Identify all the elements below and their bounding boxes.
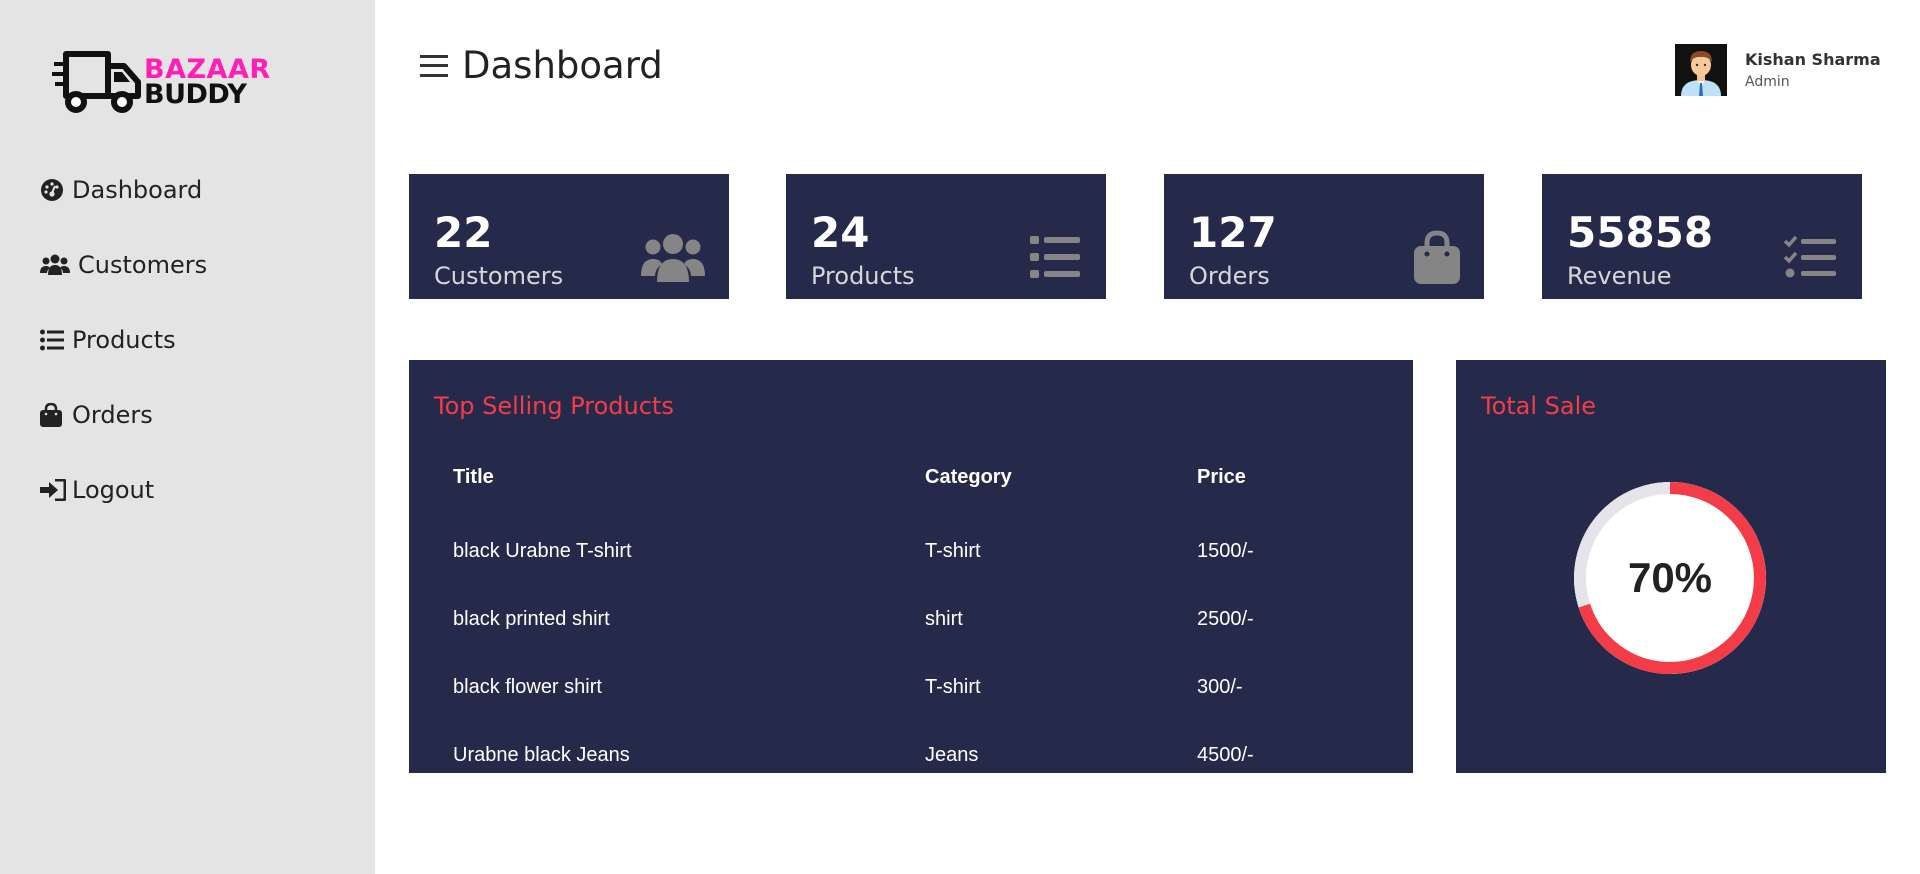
stat-value: 22 [434, 208, 493, 257]
sidebar: BAZAAR BUDDY Dashboard Customers Product… [0, 0, 375, 874]
product-price: 4500/- [1197, 744, 1254, 766]
stat-value: 55858 [1567, 208, 1714, 257]
table-header-row: Title Category Price [409, 460, 1413, 528]
list-icon [1030, 236, 1080, 282]
stat-card-customers[interactable]: 22 Customers [409, 174, 729, 299]
table-row[interactable]: black flower shirt T-shirt 300/- [409, 664, 1413, 732]
stat-label: Revenue [1567, 262, 1672, 290]
top-selling-panel: Top Selling Products Title Category Pric… [409, 360, 1413, 773]
table-row[interactable]: black printed shirt shirt 2500/- [409, 596, 1413, 664]
sidebar-item-label: Products [72, 326, 176, 354]
panel-title: Top Selling Products [434, 392, 674, 420]
sidebar-item-label: Logout [72, 476, 155, 504]
list-icon [40, 327, 66, 353]
product-price: 1500/- [1197, 540, 1254, 562]
user-info: Kishan Sharma Admin [1745, 50, 1881, 90]
sidebar-item-customers[interactable]: Customers [40, 247, 207, 283]
stat-label: Customers [434, 262, 564, 290]
page-header: Dashboard [420, 44, 663, 87]
stat-label: Products [811, 262, 915, 290]
stat-card-revenue[interactable]: 55858 Revenue [1542, 174, 1862, 299]
product-category: T-shirt [925, 540, 981, 562]
delivery-truck-icon [52, 51, 141, 113]
sidebar-item-label: Dashboard [72, 176, 203, 204]
brand-logo[interactable]: BAZAAR BUDDY [52, 46, 292, 116]
users-icon [641, 232, 705, 288]
stat-value: 127 [1189, 208, 1277, 257]
user-profile[interactable]: Kishan Sharma Admin [1675, 44, 1881, 96]
product-category: T-shirt [925, 676, 981, 698]
product-price: 2500/- [1197, 608, 1254, 630]
sidebar-item-dashboard[interactable]: Dashboard [40, 172, 207, 208]
panel-title: Total Sale [1481, 392, 1597, 420]
column-header-category[interactable]: Category [925, 466, 1012, 489]
shopping-bag-icon [40, 402, 66, 428]
stat-card-orders[interactable]: 127 Orders [1164, 174, 1484, 299]
products-table: Title Category Price black Urabne T-shir… [409, 460, 1413, 773]
table-row[interactable]: black Urabne T-shirt T-shirt 1500/- [409, 528, 1413, 596]
sidebar-item-label: Orders [72, 401, 153, 429]
brand-name-line2: BUDDY [144, 79, 247, 110]
column-header-title[interactable]: Title [453, 466, 494, 489]
product-category: shirt [925, 608, 963, 630]
product-title: black Urabne T-shirt [453, 540, 632, 562]
product-title: black printed shirt [453, 608, 610, 630]
table-row[interactable]: Urabne black Jeans Jeans 4500/- [409, 732, 1413, 773]
users-icon [40, 252, 72, 278]
sidebar-item-orders[interactable]: Orders [40, 397, 207, 433]
user-name: Kishan Sharma [1745, 50, 1881, 69]
sidebar-item-logout[interactable]: Logout [40, 472, 207, 508]
sidebar-item-products[interactable]: Products [40, 322, 207, 358]
shopping-bag-icon [1414, 230, 1460, 288]
user-role: Admin [1745, 74, 1790, 90]
sidebar-item-label: Customers [78, 251, 208, 279]
stat-label: Orders [1189, 262, 1270, 290]
sign-in-icon [40, 477, 66, 503]
product-title: Urabne black Jeans [453, 744, 630, 766]
hamburger-icon[interactable] [420, 51, 450, 81]
product-price: 300/- [1197, 676, 1243, 698]
sidebar-nav: Dashboard Customers Products Orders Logo… [40, 172, 207, 547]
product-title: black flower shirt [453, 676, 602, 698]
stat-value: 24 [811, 208, 870, 257]
tasks-icon [1783, 235, 1836, 282]
page-title: Dashboard [462, 44, 663, 87]
total-sale-panel: Total Sale 70% [1456, 360, 1886, 773]
stat-card-products[interactable]: 24 Products [786, 174, 1106, 299]
sale-percent: 70% [1627, 554, 1713, 601]
column-header-price[interactable]: Price [1197, 466, 1246, 489]
avatar[interactable] [1675, 44, 1727, 96]
gauge-icon [40, 177, 66, 203]
sale-progress-ring: 70% [1574, 482, 1766, 674]
product-category: Jeans [925, 744, 979, 766]
